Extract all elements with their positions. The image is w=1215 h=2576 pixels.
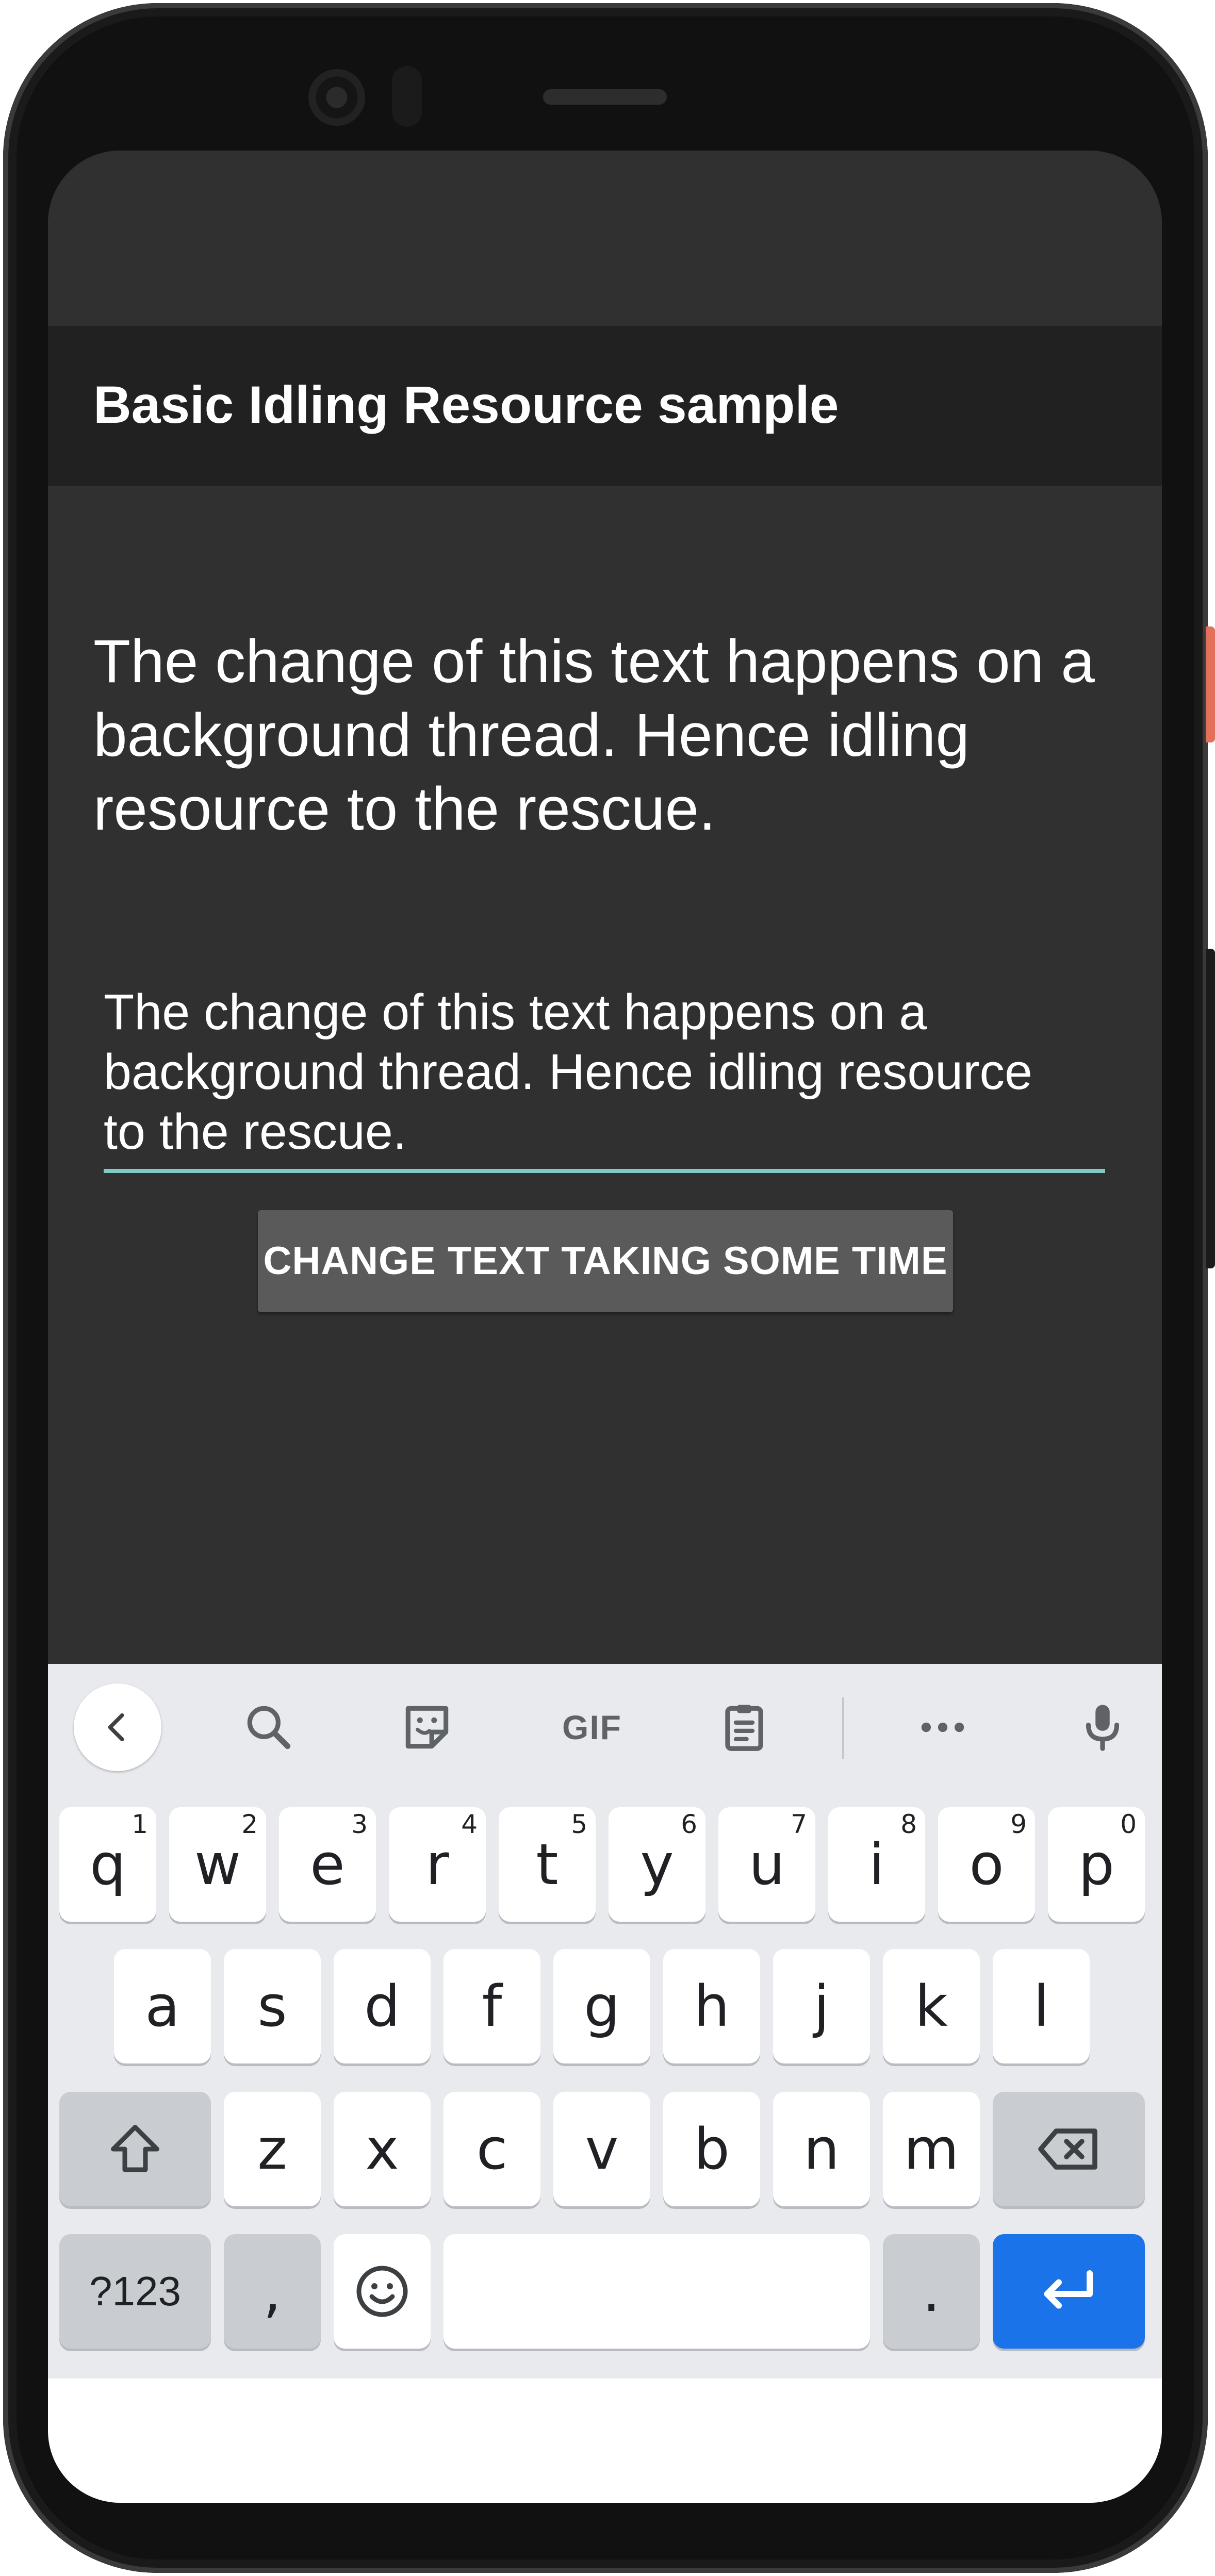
backspace-key[interactable] bbox=[993, 2092, 1145, 2206]
screen: Basic Idling Resource sample The change … bbox=[48, 151, 1162, 2503]
chevron-left-icon[interactable] bbox=[74, 1683, 161, 1771]
key-b[interactable]: b bbox=[663, 2092, 760, 2206]
emoji-key[interactable] bbox=[334, 2234, 431, 2349]
key-r[interactable]: r4 bbox=[389, 1807, 486, 1922]
key-c[interactable]: c bbox=[444, 2092, 540, 2206]
text-edit-field[interactable]: The change of this text happens on a bac… bbox=[104, 982, 1105, 1162]
power-button bbox=[1206, 626, 1215, 742]
toolbar-divider bbox=[842, 1697, 844, 1759]
earpiece-speaker bbox=[543, 89, 667, 105]
status-bar bbox=[48, 151, 1162, 326]
app-bar: Basic Idling Resource sample bbox=[48, 326, 1162, 486]
key-h[interactable]: h bbox=[663, 1949, 760, 2063]
enter-key[interactable] bbox=[993, 2234, 1145, 2349]
key-i[interactable]: i8 bbox=[828, 1807, 925, 1922]
key-a[interactable]: a bbox=[114, 1949, 211, 2063]
proximity-sensor bbox=[392, 66, 422, 127]
key-p[interactable]: p0 bbox=[1048, 1807, 1145, 1922]
search-icon[interactable] bbox=[225, 1683, 313, 1771]
key-s[interactable]: s bbox=[224, 1949, 321, 2063]
key-f[interactable]: f bbox=[444, 1949, 540, 2063]
period-key[interactable]: . bbox=[883, 2234, 980, 2349]
key-e[interactable]: e3 bbox=[279, 1807, 376, 1922]
volume-button bbox=[1206, 949, 1215, 1268]
key-t[interactable]: t5 bbox=[499, 1807, 596, 1922]
shift-key[interactable] bbox=[59, 2092, 211, 2206]
clipboard-icon[interactable] bbox=[700, 1683, 788, 1771]
key-x[interactable]: x bbox=[334, 2092, 431, 2206]
key-j[interactable]: j bbox=[773, 1949, 870, 2063]
key-z[interactable]: z bbox=[224, 2092, 321, 2206]
navigation-bar-area bbox=[48, 2379, 1162, 2503]
symbols-key[interactable]: ?123 bbox=[59, 2234, 211, 2349]
key-o[interactable]: o9 bbox=[938, 1807, 1035, 1922]
key-n[interactable]: n bbox=[773, 2092, 870, 2206]
key-q[interactable]: q1 bbox=[59, 1807, 156, 1922]
key-v[interactable]: v bbox=[553, 2092, 650, 2206]
description-text: The change of this text happens on a bac… bbox=[93, 628, 1095, 843]
change-text-button[interactable]: CHANGE TEXT TAKING SOME TIME bbox=[258, 1210, 953, 1312]
key-d[interactable]: d bbox=[334, 1949, 431, 2063]
edit-field-underline bbox=[104, 1169, 1105, 1173]
front-camera bbox=[308, 69, 365, 126]
microphone-icon[interactable] bbox=[1059, 1683, 1146, 1771]
backspace-icon bbox=[1038, 2128, 1097, 2170]
app-title: Basic Idling Resource sample bbox=[93, 375, 839, 434]
gif-icon[interactable]: GIF bbox=[540, 1683, 644, 1771]
key-y[interactable]: y6 bbox=[609, 1807, 705, 1922]
main-content: The change of this text happens on a bac… bbox=[48, 486, 1162, 1664]
emoji-icon bbox=[356, 2266, 408, 2317]
keyboard-toolbar: GIF bbox=[48, 1664, 1162, 1788]
comma-key[interactable]: , bbox=[224, 2234, 321, 2349]
shift-icon bbox=[111, 2125, 159, 2172]
sticker-icon[interactable] bbox=[383, 1683, 471, 1771]
key-l[interactable]: l bbox=[993, 1949, 1090, 2063]
key-w[interactable]: w2 bbox=[169, 1807, 266, 1922]
key-k[interactable]: k bbox=[883, 1949, 980, 2063]
key-g[interactable]: g bbox=[553, 1949, 650, 2063]
space-key[interactable] bbox=[444, 2234, 870, 2349]
key-m[interactable]: m bbox=[883, 2092, 980, 2206]
more-icon[interactable] bbox=[899, 1683, 987, 1771]
enter-icon bbox=[1044, 2270, 1093, 2309]
key-u[interactable]: u7 bbox=[718, 1807, 815, 1922]
soft-keyboard: GIF q1 w2 e3 r4 t5 y6 u7 i8 o9 p0 a s d … bbox=[48, 1664, 1162, 2379]
